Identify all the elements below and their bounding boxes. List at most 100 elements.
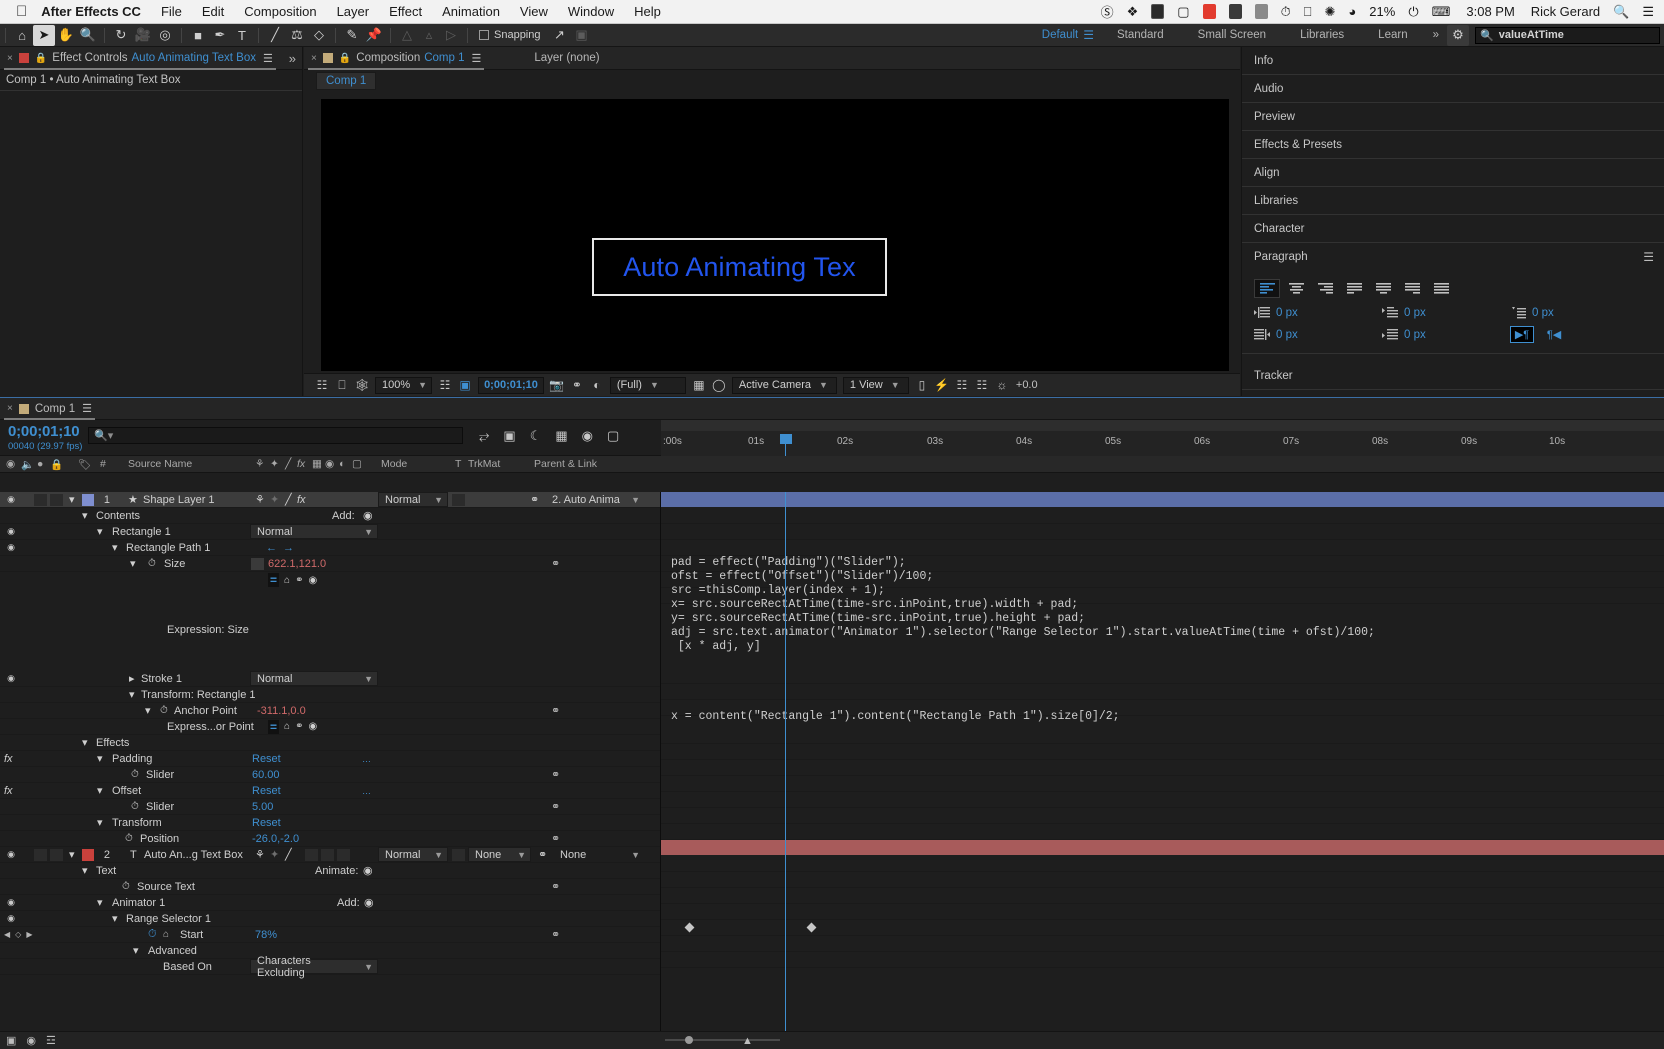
table-row[interactable]: ⏱ Slider 5.00 ⚭ xyxy=(0,799,660,815)
property-name[interactable]: Position xyxy=(140,833,179,845)
table-row[interactable]: ⏱ Source Text ⚭ xyxy=(0,879,660,895)
effect-fx-icon[interactable]: fx xyxy=(4,785,13,797)
rotation-tool-icon[interactable]: ↻ xyxy=(110,25,132,46)
property-name[interactable]: Contents xyxy=(96,510,140,522)
workspace-small-screen[interactable]: Small Screen xyxy=(1181,29,1283,41)
track-row[interactable]: ⋮ xyxy=(661,808,1664,824)
work-area-bar[interactable] xyxy=(661,420,1664,431)
stopwatch-icon[interactable]: ⏱ xyxy=(148,558,156,569)
property-video-toggle[interactable]: ◉ xyxy=(4,897,18,908)
panel-menu-icon[interactable]: ☰ xyxy=(82,402,92,415)
expand-arrow-icon[interactable]: ▾ xyxy=(97,525,103,538)
menu-edit[interactable]: Edit xyxy=(202,4,224,19)
expression-editor-size[interactable]: pad = effect("Padding")("Slider"); ofst … xyxy=(671,556,1375,654)
fast-previews-icon[interactable]: ⚡ xyxy=(932,378,952,392)
hide-shy-layers-icon[interactable]: ☾ xyxy=(530,428,542,444)
channels-icon[interactable]: ◐ xyxy=(587,378,607,392)
trkmat-select[interactable]: None ▼ xyxy=(468,847,531,862)
switch-shy-icon[interactable]: ⚘ xyxy=(255,458,264,470)
table-row[interactable]: ▾ ⏱ Size 622.1,121.0 ⚭ xyxy=(0,556,660,572)
effects-switch[interactable]: fx xyxy=(297,494,306,506)
expression-pickwhip-icon[interactable]: ⚭ xyxy=(295,575,303,586)
3d-glasses-icon[interactable]: 🕸 xyxy=(352,378,372,392)
expand-arrow-icon[interactable]: ▾ xyxy=(69,493,75,506)
camera-tool-icon[interactable]: 🎥 xyxy=(132,25,154,46)
property-name[interactable]: Transform xyxy=(112,817,162,829)
adjustment-switch[interactable] xyxy=(337,848,350,861)
align-center-button[interactable] xyxy=(1283,279,1309,298)
track-row[interactable]: ⋮ xyxy=(661,904,1664,920)
table-row[interactable]: ◀ ◇ ▶ ⏱ ⌂ Start 78% ⚭ xyxy=(0,927,660,943)
label-color-swatch[interactable] xyxy=(82,848,94,861)
stopwatch-icon[interactable]: ⏱ xyxy=(125,833,133,844)
expression-pickwhip-icon[interactable]: ⚭ xyxy=(551,800,560,813)
toggle-switches-modes-icon[interactable]: ▣ xyxy=(6,1034,16,1047)
draft-3d-icon[interactable]: ▣ xyxy=(503,428,515,444)
property-video-toggle[interactable]: ◉ xyxy=(4,526,18,537)
table-row[interactable]: ▾ Contents Add: ◉ xyxy=(0,508,660,524)
panel-menu-icon[interactable]: ☰ xyxy=(472,52,482,65)
justify-last-left-button[interactable] xyxy=(1341,279,1367,298)
expression-enable-icon[interactable]: = xyxy=(268,719,280,734)
puppet-pin-tool-icon[interactable]: 📌 xyxy=(363,25,385,46)
anchor-point-tool-icon[interactable]: ◎ xyxy=(154,25,176,46)
parent-pickwhip-icon[interactable]: ⚭ xyxy=(530,493,539,506)
resolution-select[interactable]: (Full) ▼ xyxy=(609,376,686,394)
display-icon[interactable] xyxy=(1254,4,1268,19)
solo-toggle[interactable] xyxy=(50,493,63,506)
battery-percent[interactable]: 21% xyxy=(1369,4,1395,19)
expand-arrow-icon[interactable]: ▾ xyxy=(112,912,118,925)
graph-editor-icon[interactable]: ▢ xyxy=(607,428,619,444)
track-row[interactable]: ⋮ xyxy=(661,760,1664,776)
table-row[interactable]: ◉ ▾ Rectangle Path 1 ← → xyxy=(0,540,660,556)
frame-blending-icon[interactable]: ▦ xyxy=(555,428,567,444)
cti-head[interactable] xyxy=(780,434,792,444)
track-row[interactable]: ⋮ xyxy=(661,872,1664,888)
add-menu-icon[interactable]: ◉ xyxy=(364,896,374,909)
track-row[interactable]: ⋮ xyxy=(661,856,1664,872)
track-row[interactable]: ⋮ xyxy=(661,728,1664,744)
region-of-interest-icon[interactable]: ▣ xyxy=(455,378,475,392)
expand-arrow-icon[interactable]: ▾ xyxy=(82,864,88,877)
table-row[interactable]: fx ▾ Offset Reset … xyxy=(0,783,660,799)
add-menu-icon[interactable]: ◉ xyxy=(363,509,373,522)
user-name[interactable]: Rick Gerard xyxy=(1531,4,1600,19)
workspace-standard[interactable]: Standard xyxy=(1100,29,1181,41)
effect-reset-link[interactable]: Reset xyxy=(252,785,281,797)
text-direction-ltr-button[interactable]: ▶¶ xyxy=(1510,326,1534,343)
menu-file[interactable]: File xyxy=(161,4,182,19)
based-on-select[interactable]: Characters Excluding ▼ xyxy=(250,955,378,979)
selection-tool-icon[interactable]: ➤ xyxy=(33,24,55,46)
animate-menu-icon[interactable]: ◉ xyxy=(363,864,373,877)
panel-audio[interactable]: Audio xyxy=(1242,75,1664,103)
property-name[interactable]: Text xyxy=(96,865,116,877)
camera-view-select[interactable]: Active Camera ▼ xyxy=(731,376,837,394)
shape-layer-duration-bar[interactable] xyxy=(661,492,1664,507)
view-layout-select[interactable]: 1 View ▼ xyxy=(842,376,909,394)
timeline-zoom-slider[interactable] xyxy=(665,1035,780,1045)
motion-blur-switch[interactable] xyxy=(321,848,334,861)
grid-guides-icon[interactable]: ☷ xyxy=(435,378,455,392)
workspace-settings-icon[interactable]: ⚙ xyxy=(1447,24,1469,46)
mask-shape-icon[interactable]: ◯ xyxy=(709,378,729,392)
track-row[interactable]: ⋮ xyxy=(661,952,1664,968)
label-color-swatch[interactable] xyxy=(82,493,94,506)
workspace-menu-icon[interactable]: ☰ xyxy=(1083,28,1094,42)
parent-link-select[interactable]: None ▼ xyxy=(554,847,644,862)
prev-keyframe-icon[interactable]: ◀ xyxy=(4,930,10,939)
property-name[interactable]: Effects xyxy=(96,737,129,749)
stopwatch-icon[interactable]: ⏱ xyxy=(131,769,139,780)
panel-paragraph[interactable]: Paragraph ☰ xyxy=(1242,243,1664,271)
pen-tool-icon[interactable]: ✒ xyxy=(209,25,231,46)
property-name[interactable]: Animator 1 xyxy=(112,897,165,909)
trkmat-cell[interactable] xyxy=(452,493,465,506)
property-name[interactable]: Stroke 1 xyxy=(141,673,182,685)
dropbox-icon[interactable]: ❖ xyxy=(1127,4,1139,20)
table-row[interactable]: ▾ ⏱ Anchor Point -311.1,0.0 ⚭ xyxy=(0,703,660,719)
property-value[interactable]: -26.0,-2.0 xyxy=(252,833,299,845)
expression-language-menu-icon[interactable]: ◉ xyxy=(308,721,317,732)
keyframe-marker-icon[interactable]: ◇ xyxy=(15,930,21,939)
effect-name[interactable]: Offset xyxy=(112,785,141,797)
justify-all-button[interactable] xyxy=(1428,279,1454,298)
text-layer-duration-bar[interactable] xyxy=(661,840,1664,855)
